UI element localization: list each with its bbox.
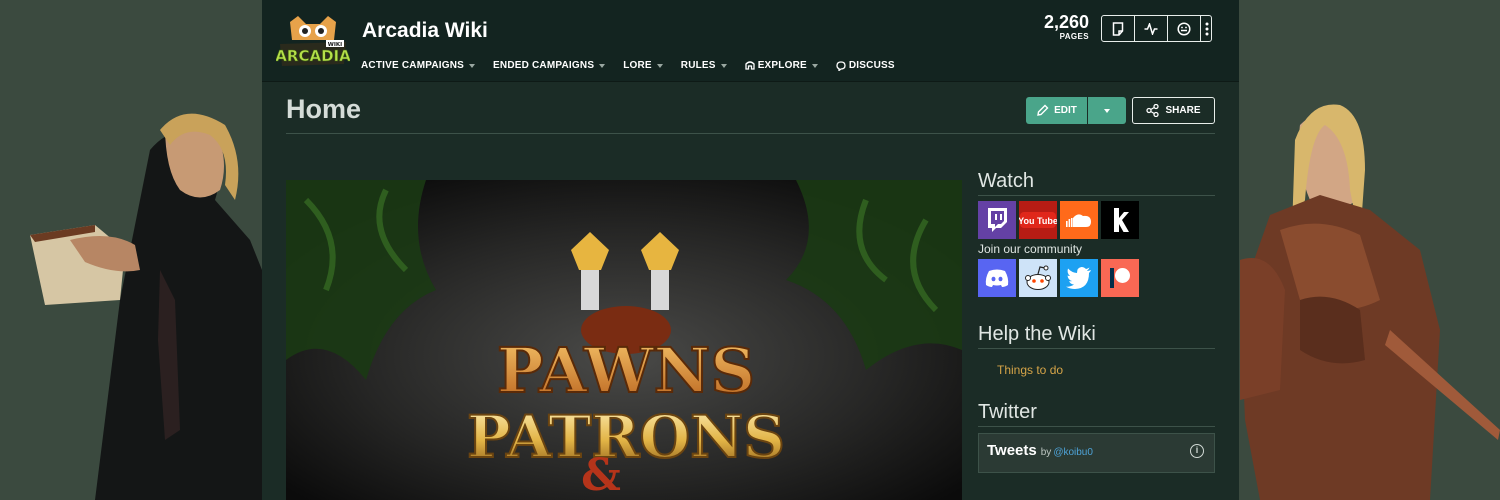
nav-label: LORE [623,60,652,71]
chevron-down-icon [1104,108,1110,113]
info-icon[interactable]: i [1190,444,1204,458]
twitter-handle-link[interactable]: @koibu0 [1053,447,1093,458]
chevron-down-icon [599,63,606,68]
pawns-patrons-banner[interactable]: PAWNS PATRONS & [286,180,962,500]
nav-lore[interactable]: LORE [623,60,663,71]
site-header: ARCADIA WIKI Arcadia Wiki ACTIVE CAMPAIG… [262,0,1239,82]
nav-label: DISCUSS [848,60,895,71]
pencil-icon [1037,104,1049,116]
share-button[interactable]: SHARE [1132,97,1215,124]
soundcloud-icon[interactable] [1060,201,1098,239]
watch-heading: Watch [978,170,1215,196]
wiki-tools [1101,15,1212,42]
more-button[interactable] [1201,16,1213,41]
twitter-widget: Tweets by @koibu0 i [978,433,1215,473]
new-page-icon [1112,21,1124,36]
tweets-label: Tweets [987,442,1037,459]
nav-ended-campaigns[interactable]: ENDED CAMPAIGNS [493,60,606,71]
chevron-down-icon [720,63,727,68]
site-logo[interactable]: ARCADIA WIKI [276,14,350,70]
discuss-icon [836,60,846,71]
edit-label: EDIT [1054,105,1077,116]
edit-dropdown-button[interactable] [1088,97,1126,124]
svg-text:WIKI: WIKI [328,42,342,48]
twitter-heading: Twitter [978,401,1215,427]
sidebar: Watch You Tube Join our community Help t… [978,170,1215,473]
nav-active-campaigns[interactable]: ACTIVE CAMPAIGNS [361,60,476,71]
pages-label: PAGES [1059,32,1089,41]
wiki-container: ARCADIA WIKI Arcadia Wiki ACTIVE CAMPAIG… [262,0,1239,500]
twitch-icon[interactable] [978,201,1016,239]
face-icon [1177,21,1191,36]
share-label: SHARE [1165,105,1201,116]
discord-icon[interactable] [978,259,1016,297]
nav-label: EXPLORE [757,60,807,71]
site-title[interactable]: Arcadia Wiki [362,19,488,43]
nav-rules[interactable]: RULES [681,60,727,71]
more-icon [1205,22,1209,35]
kick-icon[interactable] [1101,201,1139,239]
new-page-button[interactable] [1102,16,1135,41]
nav-label: RULES [680,60,716,71]
svg-text:You Tube: You Tube [1019,216,1057,226]
pages-number: 2,260 [1043,12,1089,32]
page-header: Home EDIT SHARE [286,92,1215,134]
nav-label: ENDED CAMPAIGNS [493,60,595,71]
reddit-icon[interactable] [1019,259,1057,297]
right-character-art [1240,0,1500,500]
patreon-icon[interactable] [1101,259,1139,297]
nav-discuss[interactable]: DISCUSS [836,60,895,71]
twitter-icon[interactable] [1060,259,1098,297]
svg-text:ARCADIA: ARCADIA [276,47,350,65]
activity-icon [1144,22,1158,35]
explore-icon [745,61,755,70]
pages-count: 2,260 PAGES [1037,12,1089,41]
watch-icons: You Tube [978,201,1215,239]
edit-button[interactable]: EDIT [1026,97,1087,124]
main-nav: ACTIVE CAMPAIGNS ENDED CAMPAIGNS LORE RU… [361,60,913,71]
nav-label: ACTIVE CAMPAIGNS [361,60,465,71]
chevron-down-icon [811,63,818,68]
svg-text:PATRONS: PATRONS [467,403,785,471]
svg-text:&: & [581,450,621,500]
community-icons [978,259,1215,297]
tweets-by: by [1040,447,1052,458]
help-heading: Help the Wiki [978,323,1215,349]
svg-text:PAWNS: PAWNS [497,334,755,407]
left-character-art [0,0,262,500]
youtube-icon[interactable]: You Tube [1019,201,1057,239]
tweets-title: Tweets by @koibu0 [987,442,1093,459]
community-text: Join our community [978,242,1083,256]
page-title: Home [286,94,362,124]
chevron-down-icon [469,63,476,68]
chevron-down-icon [656,63,663,68]
share-icon [1146,104,1160,117]
nav-explore[interactable]: EXPLORE [745,60,818,71]
things-to-do-link[interactable]: Things to do [997,363,1215,377]
avatar-button[interactable] [1168,16,1201,41]
recent-activity-button[interactable] [1135,16,1168,41]
